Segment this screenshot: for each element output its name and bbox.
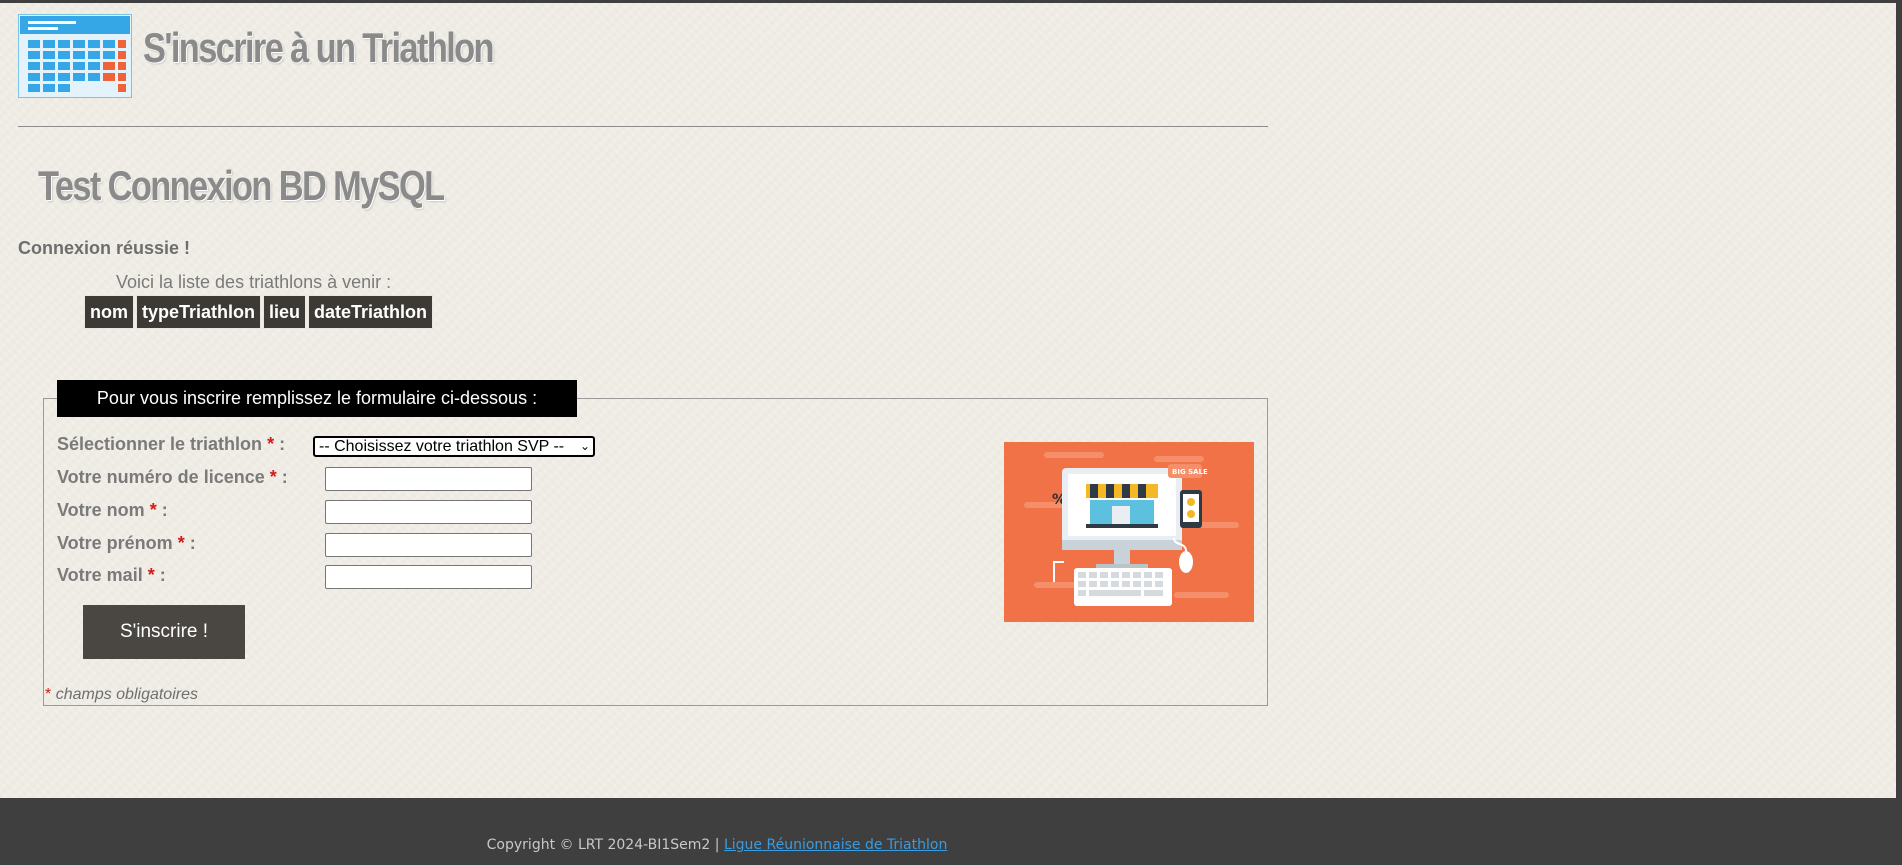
licence-input[interactable]: [325, 467, 532, 491]
nom-input[interactable]: [325, 500, 532, 524]
triathlon-select[interactable]: -- Choisissez votre triathlon SVP -- ⌄: [313, 436, 595, 457]
scrollbar[interactable]: [1896, 0, 1902, 798]
column-header-lieu: lieu: [263, 295, 307, 329]
triathlon-table: nom typeTriathlon lieu dateTriathlon: [82, 295, 435, 329]
label-text: Votre prénom: [57, 533, 173, 553]
label-text: Votre numéro de licence: [57, 467, 265, 487]
label-text: Sélectionner le triathlon: [57, 434, 263, 454]
page-title: Test Connexion BD MySQL: [38, 162, 445, 209]
chevron-down-icon: ⌄: [579, 439, 590, 453]
column-header-type: typeTriathlon: [136, 295, 262, 329]
triathlon-label: Sélectionner le triathlon * :: [57, 434, 285, 455]
header-divider: [18, 126, 1268, 127]
required-mark: *: [149, 500, 157, 520]
prenom-label: Votre prénom * :: [57, 533, 196, 554]
site-title: S'inscrire à un Triathlon: [143, 24, 495, 71]
mail-input[interactable]: [325, 565, 532, 589]
form-legend: Pour vous inscrire remplissez le formula…: [57, 380, 577, 417]
select-value: -- Choisissez votre triathlon SVP --: [319, 438, 565, 455]
online-shop-illustration: % BIG SALE: [1004, 442, 1254, 622]
label-suffix: :: [156, 500, 168, 520]
label-text: Votre nom: [57, 500, 145, 520]
copyright-text: Copyright © LRT 2024-BI1Sem2 |: [486, 837, 724, 853]
table-header-row: nom typeTriathlon lieu dateTriathlon: [84, 295, 434, 329]
calendar-icon: [18, 14, 132, 98]
required-mark: *: [269, 467, 277, 487]
required-note-text: champs obligatoires: [55, 686, 198, 703]
licence-label: Votre numéro de licence * :: [57, 467, 288, 488]
label-suffix: :: [184, 533, 196, 553]
connection-status: Connexion réussie !: [18, 238, 191, 258]
label-suffix: :: [154, 565, 166, 585]
footer-text: Copyright © LRT 2024-BI1Sem2 | Ligue Réu…: [0, 837, 1902, 853]
column-header-nom: nom: [84, 295, 134, 329]
label-suffix: :: [274, 434, 286, 454]
submit-button[interactable]: S'inscrire !: [83, 605, 245, 659]
footer-link[interactable]: Ligue Réunionnaise de Triathlon: [724, 837, 947, 853]
label-suffix: :: [276, 467, 288, 487]
required-mark: *: [177, 533, 185, 553]
label-text: Votre mail: [57, 565, 143, 585]
prenom-input[interactable]: [325, 533, 532, 557]
required-mark: *: [45, 686, 52, 703]
svg-text:BIG SALE: BIG SALE: [1172, 468, 1208, 476]
nom-label: Votre nom * :: [57, 500, 168, 521]
list-intro: Voici la liste des triathlons à venir :: [116, 272, 392, 292]
column-header-date: dateTriathlon: [308, 295, 434, 329]
mail-label: Votre mail * :: [57, 565, 166, 586]
footer: [0, 798, 1902, 865]
required-mark: *: [147, 565, 155, 585]
required-note: * champs obligatoires: [45, 686, 198, 704]
top-border: [0, 0, 1902, 3]
